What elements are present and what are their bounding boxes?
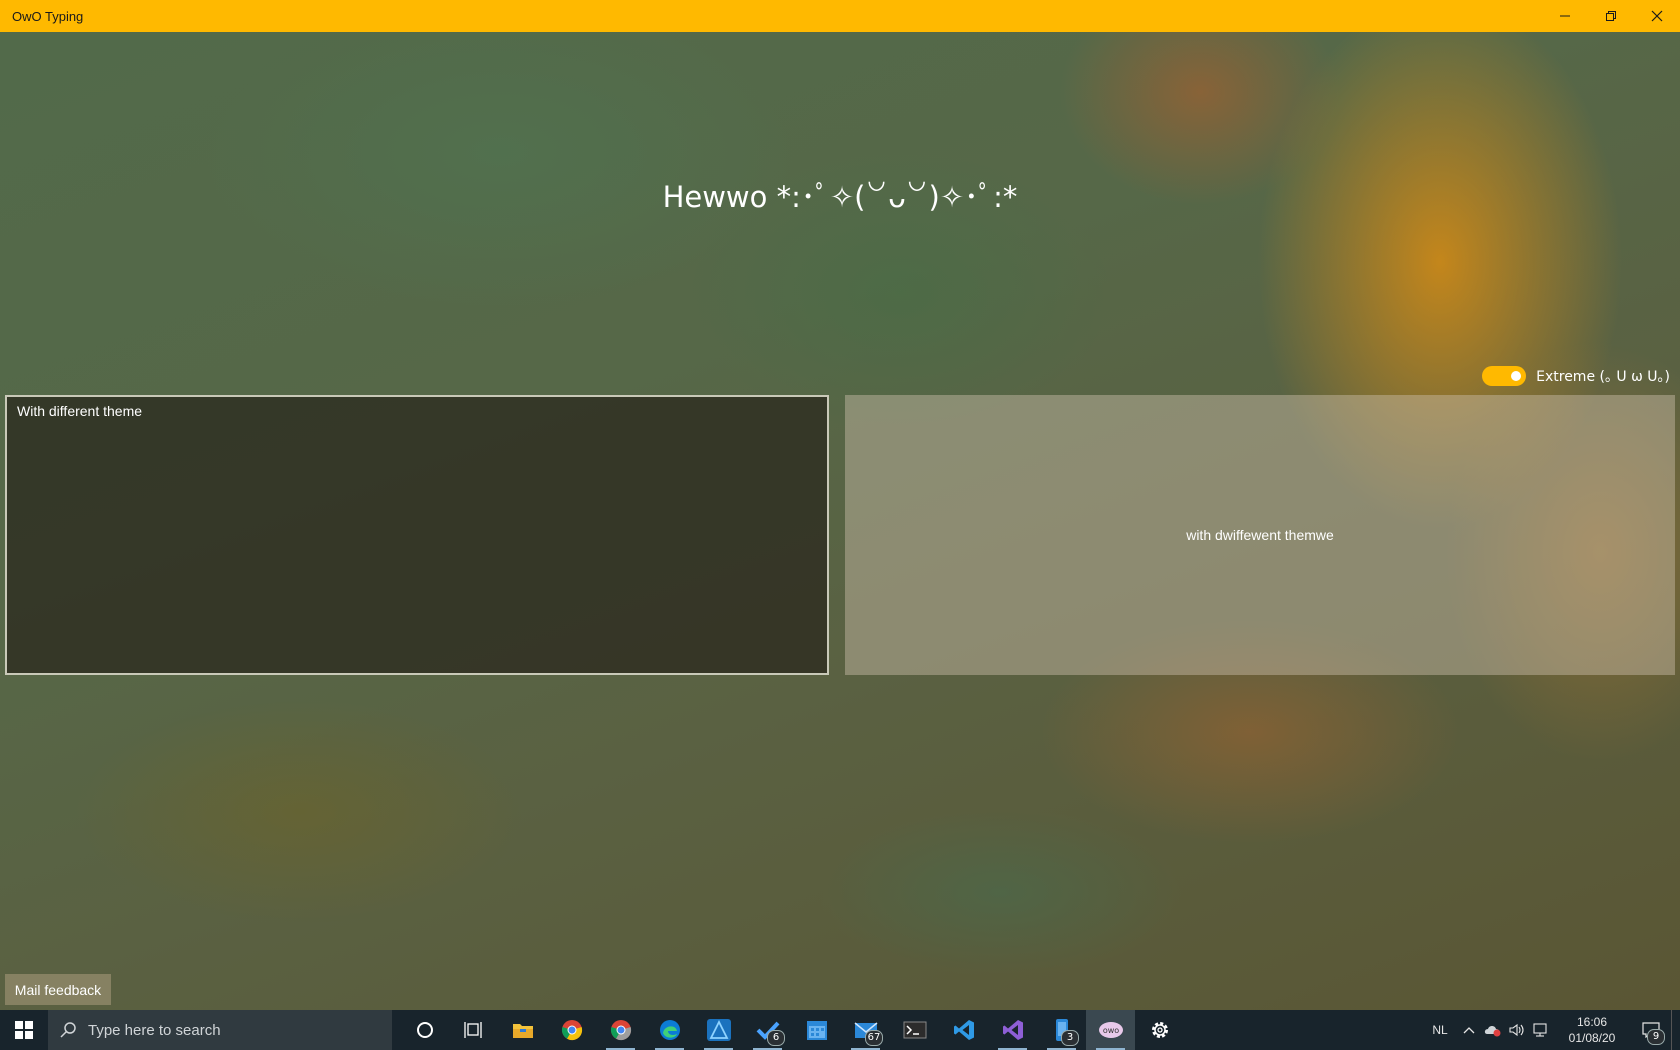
network-icon	[1533, 1023, 1547, 1037]
vscode-button[interactable]	[939, 1010, 988, 1050]
minimize-button[interactable]	[1542, 0, 1588, 32]
onedrive-tray-button[interactable]	[1481, 1010, 1505, 1050]
chrome-icon	[561, 1020, 582, 1041]
owo-typing-button[interactable]: owo	[1086, 1010, 1135, 1050]
extreme-toggle[interactable]	[1482, 366, 1527, 386]
restore-button[interactable]	[1588, 0, 1634, 32]
visual-studio-button[interactable]	[988, 1010, 1037, 1050]
system-tray: NL 16:06 01/08/20 9	[1423, 1010, 1680, 1050]
chrome-dev-icon	[610, 1020, 631, 1041]
edge-icon	[659, 1020, 680, 1040]
settings-button[interactable]	[1135, 1010, 1184, 1050]
window-title: OwO Typing	[12, 8, 84, 24]
show-hidden-icons-button[interactable]	[1457, 1010, 1481, 1050]
output-text: with dwiffewent themwe	[1186, 527, 1334, 543]
taskbar: Type here to search 6 67 3 owo NL 16:06 …	[0, 1010, 1680, 1050]
taskbar-search-box[interactable]: Type here to search	[48, 1010, 392, 1050]
owo-typing-icon: owo	[1098, 1022, 1123, 1038]
mail-feedback-button[interactable]: Mail feedback	[5, 974, 111, 1005]
edge-button[interactable]	[645, 1010, 694, 1050]
file-explorer-button[interactable]	[498, 1010, 547, 1050]
close-button[interactable]	[1634, 0, 1680, 32]
todo-badge: 6	[767, 1030, 785, 1046]
volume-icon	[1509, 1023, 1524, 1037]
headline: Hewwo *:･ﾟ✧(꒡ᴗ꒡)✧･ﾟ:*	[662, 180, 1018, 214]
task-view-button[interactable]	[449, 1010, 498, 1050]
restore-icon	[1606, 11, 1616, 21]
clock[interactable]: 16:06 01/08/20	[1553, 1014, 1631, 1046]
minimize-icon	[1560, 15, 1570, 17]
onedrive-error-icon	[1484, 1026, 1501, 1037]
cortana-button[interactable]	[400, 1010, 449, 1050]
app-body: Hewwo *:･ﾟ✧(꒡ᴗ꒡)✧･ﾟ:* Extreme (｡ U ω U｡)…	[0, 32, 1680, 1010]
notification-badge: 9	[1647, 1029, 1665, 1045]
extreme-toggle-label: Extreme (｡ U ω U｡)	[1536, 369, 1670, 385]
clock-time: 16:06	[1576, 1015, 1608, 1029]
language-indicator[interactable]: NL	[1423, 1023, 1457, 1037]
todo-button[interactable]: 6	[743, 1010, 792, 1050]
close-icon	[1651, 10, 1663, 22]
show-desktop-button[interactable]	[1671, 1010, 1680, 1050]
search-icon	[48, 1022, 88, 1038]
network-button[interactable]	[1529, 1010, 1553, 1050]
calendar-icon	[806, 1021, 827, 1040]
task-view-icon	[463, 1022, 482, 1038]
phone-badge: 3	[1061, 1030, 1079, 1046]
settings-icon	[1151, 1022, 1168, 1038]
phone-button[interactable]: 3	[1037, 1010, 1086, 1050]
action-center-button[interactable]: 9	[1631, 1010, 1671, 1050]
mail-badge: 67	[865, 1030, 883, 1046]
start-button[interactable]	[0, 1010, 48, 1050]
input-textbox[interactable]: With different theme	[5, 395, 829, 675]
svg-text:owo: owo	[1102, 1026, 1118, 1035]
output-panel: with dwiffewent themwe	[845, 395, 1675, 675]
windows-logo-icon	[15, 1021, 33, 1039]
terminal-button[interactable]	[890, 1010, 939, 1050]
search-placeholder: Type here to search	[88, 1021, 221, 1039]
cortana-icon	[416, 1022, 433, 1038]
extreme-toggle-row: Extreme (｡ U ω U｡)	[1482, 364, 1670, 388]
volume-button[interactable]	[1505, 1010, 1529, 1050]
clock-date: 01/08/20	[1568, 1031, 1616, 1045]
chrome-button[interactable]	[547, 1010, 596, 1050]
mail-button[interactable]: 67	[841, 1010, 890, 1050]
calendar-button[interactable]	[792, 1010, 841, 1050]
affinity-designer-button[interactable]	[694, 1010, 743, 1050]
affinity-designer-icon	[706, 1019, 731, 1041]
chevron-up-icon	[1463, 1027, 1475, 1034]
visual-studio-icon	[1002, 1020, 1023, 1040]
vscode-icon	[953, 1020, 974, 1040]
file-explorer-icon	[512, 1024, 533, 1038]
toggle-knob	[1511, 371, 1522, 381]
chrome-dev-button[interactable]	[596, 1010, 645, 1050]
terminal-icon	[903, 1021, 926, 1039]
title-bar: OwO Typing	[0, 0, 1680, 32]
